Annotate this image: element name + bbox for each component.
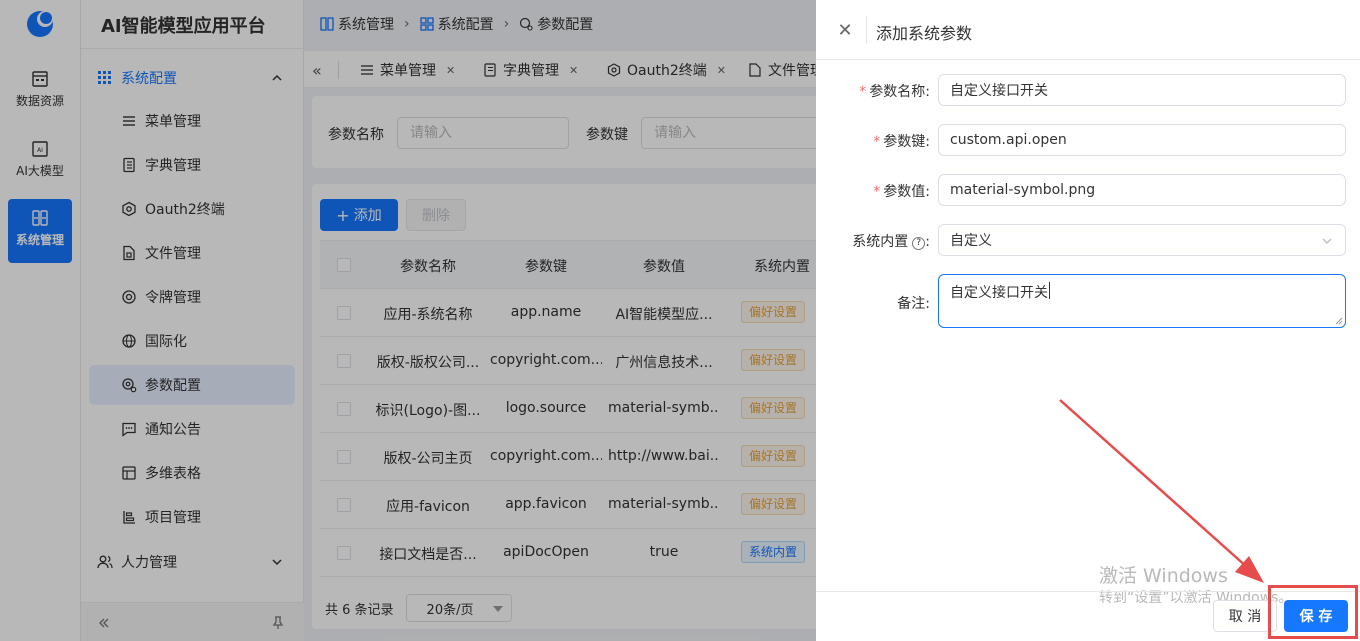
remark-value: 自定义接口开关	[950, 285, 1048, 301]
param-value-label-text: 参数值:	[883, 184, 930, 200]
help-icon[interactable]: ?	[912, 237, 926, 250]
annotation-highlight-box	[1268, 585, 1358, 639]
divider	[816, 59, 1360, 60]
param-name-input[interactable]: 自定义接口开关	[938, 74, 1346, 106]
windows-watermark-title: 激活 Windows	[1099, 565, 1228, 587]
param-key-input[interactable]: custom.api.open	[938, 124, 1346, 156]
builtin-select[interactable]: 自定义	[938, 224, 1346, 256]
drawer-title: 添加系统参数	[876, 24, 973, 43]
required-mark: *	[873, 134, 881, 150]
param-name-label-text: 参数名称:	[869, 84, 930, 100]
remark-label-text: 备注:	[897, 296, 930, 312]
param-name-value: 自定义接口开关	[950, 83, 1048, 99]
chevron-down-icon	[1322, 238, 1332, 244]
modal-mask[interactable]	[0, 0, 816, 641]
builtin-label: 系统内置?:	[852, 234, 930, 250]
required-mark: *	[859, 84, 867, 100]
param-key-label-text: 参数键:	[883, 134, 930, 150]
remark-textarea[interactable]: 自定义接口开关	[938, 274, 1346, 328]
builtin-select-value: 自定义	[950, 233, 992, 249]
close-icon: ✕	[837, 19, 853, 41]
divider	[866, 16, 867, 44]
text-cursor	[1049, 282, 1050, 299]
param-name-label: * 参数名称:	[816, 81, 930, 101]
param-value-value: material-symbol.png	[950, 182, 1096, 198]
required-mark: *	[873, 184, 881, 200]
param-value-label: * 参数值:	[816, 181, 930, 201]
close-drawer-button[interactable]: ✕	[836, 19, 854, 41]
param-value-input[interactable]: material-symbol.png	[938, 174, 1346, 206]
param-key-label: * 参数键:	[816, 131, 930, 151]
builtin-label-text: 系统内置	[852, 234, 909, 250]
remark-label: 备注:	[816, 293, 930, 313]
param-key-value: custom.api.open	[950, 132, 1067, 148]
resize-handle-icon[interactable]	[1335, 317, 1343, 325]
add-param-drawer: ✕ 添加系统参数 * 参数名称: 自定义接口开关 * 参数键: custom.api…	[816, 0, 1360, 641]
